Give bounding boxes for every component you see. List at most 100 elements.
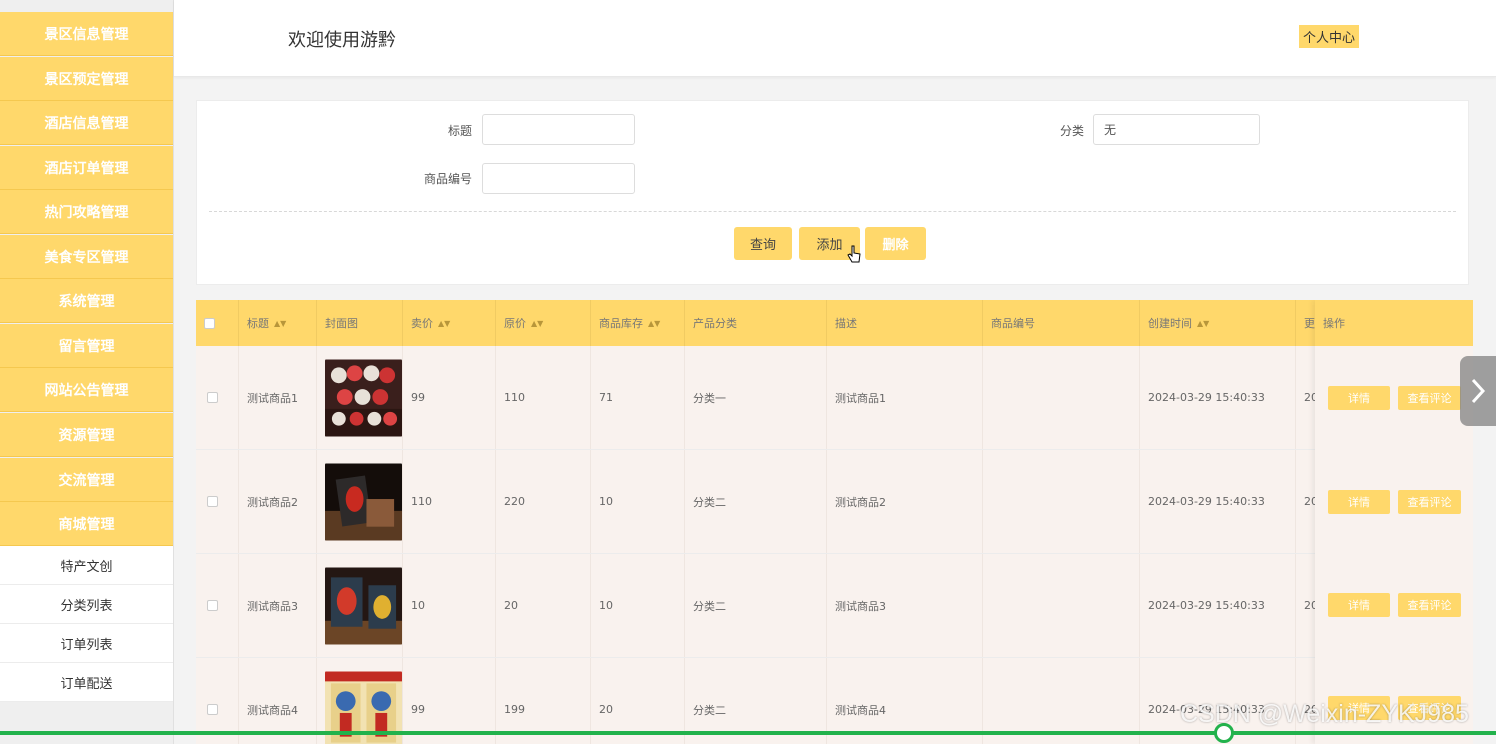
row-checkbox[interactable] bbox=[196, 450, 239, 553]
sidebar-subitem-categories[interactable]: 分类列表 bbox=[0, 585, 173, 624]
cell-price: 110 bbox=[403, 450, 496, 553]
cell-code bbox=[983, 346, 1140, 449]
category-select[interactable]: 无 bbox=[1093, 114, 1260, 145]
sidebar-subitem-specialty[interactable]: 特产文创 bbox=[0, 546, 173, 585]
cover-image-mask-card bbox=[325, 463, 402, 540]
cell-stock: 10 bbox=[591, 554, 685, 657]
table-row: 测试商品3 10 20 10 分类二 测试商品3 2024-03-29 15:4… bbox=[196, 554, 1473, 658]
col-title-label: 标题 bbox=[247, 317, 269, 330]
sidebar-item-forum[interactable]: 交流管理 bbox=[0, 458, 173, 502]
sidebar-item-notices[interactable]: 网站公告管理 bbox=[0, 368, 173, 412]
cell-stock: 10 bbox=[591, 450, 685, 553]
cell-code bbox=[983, 554, 1140, 657]
cell-category: 分类二 bbox=[685, 450, 827, 553]
chevron-right-icon[interactable] bbox=[1460, 356, 1496, 426]
video-progress-bar[interactable] bbox=[0, 731, 1496, 735]
table-row: 测试商品2 110 220 10 分类二 测试商品2 2024-03-29 15… bbox=[196, 450, 1473, 554]
col-original-label: 原价 bbox=[504, 317, 526, 330]
table-header: 标题 ▲▼ 封面图 卖价 ▲▼ 原价 ▲▼ 商品库存 ▲▼ 产品分类 描述 商品编号 创… bbox=[196, 300, 1473, 346]
col-price-label: 卖价 bbox=[411, 317, 433, 330]
cell-original: 20 bbox=[496, 554, 591, 657]
code-input[interactable] bbox=[482, 163, 635, 194]
sidebar-item-scenic-booking[interactable]: 景区预定管理 bbox=[0, 57, 173, 101]
sort-icon[interactable]: ▲▼ bbox=[274, 319, 286, 328]
product-table: 标题 ▲▼ 封面图 卖价 ▲▼ 原价 ▲▼ 商品库存 ▲▼ 产品分类 描述 商品编号 创… bbox=[196, 300, 1473, 744]
hand-cursor-icon bbox=[847, 245, 861, 263]
watermark: CSDN @Weixin-ZYKJ985 bbox=[1180, 700, 1469, 728]
chevron-right-glyph bbox=[1471, 378, 1486, 404]
cell-created: 2024-03-29 15:40:33 bbox=[1140, 450, 1296, 553]
category-label: 分类 bbox=[1060, 124, 1085, 138]
cell-code bbox=[983, 450, 1140, 553]
col-actions: 操作 bbox=[1315, 300, 1473, 346]
sort-icon[interactable]: ▲▼ bbox=[648, 319, 660, 328]
cell-created: 2024-03-29 15:40:33 bbox=[1140, 554, 1296, 657]
page-title: 欢迎使用游黔 bbox=[288, 30, 396, 51]
sidebar-item-messages[interactable]: 留言管理 bbox=[0, 324, 173, 368]
col-desc: 描述 bbox=[827, 300, 983, 346]
col-created-label: 创建时间 bbox=[1148, 317, 1192, 330]
search-panel: 标题 分类 无 商品编号 查询 添加 删除 bbox=[196, 100, 1469, 285]
cell-price: 99 bbox=[403, 346, 496, 449]
sidebar-item-system[interactable]: 系统管理 bbox=[0, 279, 173, 323]
sort-icon[interactable]: ▲▼ bbox=[531, 319, 543, 328]
sidebar-subitem-orders[interactable]: 订单列表 bbox=[0, 624, 173, 663]
cell-title: 测试商品3 bbox=[239, 554, 317, 657]
sidebar-item-mall[interactable]: 商城管理 bbox=[0, 502, 173, 546]
cell-desc: 测试商品2 bbox=[827, 450, 983, 553]
title-input[interactable] bbox=[482, 114, 635, 145]
sidebar-item-hotel-orders[interactable]: 酒店订单管理 bbox=[0, 146, 173, 190]
cover-image-opera-masks bbox=[325, 359, 402, 436]
cell-desc: 测试商品1 bbox=[827, 346, 983, 449]
sidebar-item-scenic-info[interactable]: 景区信息管理 bbox=[0, 12, 173, 56]
cover-image bbox=[317, 450, 403, 553]
cover-image-mask-cards bbox=[325, 567, 402, 644]
col-category: 产品分类 bbox=[685, 300, 827, 346]
divider bbox=[209, 211, 1456, 212]
cell-desc: 测试商品3 bbox=[827, 554, 983, 657]
col-created[interactable]: 创建时间 ▲▼ bbox=[1140, 300, 1296, 346]
col-original[interactable]: 原价 ▲▼ bbox=[496, 300, 591, 346]
cell-created: 2024-03-29 15:40:33 bbox=[1140, 346, 1296, 449]
cell-original: 220 bbox=[496, 450, 591, 553]
sidebar-item-food[interactable]: 美食专区管理 bbox=[0, 235, 173, 279]
detail-button[interactable]: 详情 bbox=[1328, 490, 1390, 514]
sidebar-item-resources[interactable]: 资源管理 bbox=[0, 413, 173, 457]
cell-stock: 71 bbox=[591, 346, 685, 449]
cell-title: 测试商品2 bbox=[239, 450, 317, 553]
query-button[interactable]: 查询 bbox=[734, 227, 792, 260]
sidebar-item-guides[interactable]: 热门攻略管理 bbox=[0, 190, 173, 234]
title-label: 标题 bbox=[448, 124, 473, 138]
sort-icon[interactable]: ▲▼ bbox=[1197, 319, 1209, 328]
sidebar: 景区信息管理 景区预定管理 酒店信息管理 酒店订单管理 热门攻略管理 美食专区管… bbox=[0, 0, 174, 744]
top-header: 欢迎使用游黔 个人中心 bbox=[174, 0, 1496, 77]
sidebar-item-hotel-info[interactable]: 酒店信息管理 bbox=[0, 101, 173, 145]
cell-category: 分类一 bbox=[685, 346, 827, 449]
view-reviews-button[interactable]: 查看评论 bbox=[1398, 490, 1461, 514]
cell-category: 分类二 bbox=[685, 554, 827, 657]
cell-title: 测试商品1 bbox=[239, 346, 317, 449]
cover-image bbox=[317, 554, 403, 657]
row-checkbox[interactable] bbox=[196, 554, 239, 657]
select-all-checkbox[interactable] bbox=[196, 300, 239, 346]
col-title[interactable]: 标题 ▲▼ bbox=[239, 300, 317, 346]
delete-button[interactable]: 删除 bbox=[865, 227, 926, 260]
col-price[interactable]: 卖价 ▲▼ bbox=[403, 300, 496, 346]
code-label: 商品编号 bbox=[424, 172, 473, 186]
view-reviews-button[interactable]: 查看评论 bbox=[1398, 593, 1461, 617]
cell-original: 110 bbox=[496, 346, 591, 449]
row-checkbox[interactable] bbox=[196, 346, 239, 449]
col-stock-label: 商品库存 bbox=[599, 317, 643, 330]
view-reviews-button[interactable]: 查看评论 bbox=[1398, 386, 1461, 410]
sidebar-subitem-delivery[interactable]: 订单配送 bbox=[0, 663, 173, 702]
col-cover: 封面图 bbox=[317, 300, 403, 346]
detail-button[interactable]: 详情 bbox=[1328, 386, 1390, 410]
operations-column: 操作 详情 查看评论 详情 查看评论 详情 查看评论 详情 查看评论 bbox=[1315, 300, 1473, 744]
sort-icon[interactable]: ▲▼ bbox=[438, 319, 450, 328]
col-stock[interactable]: 商品库存 ▲▼ bbox=[591, 300, 685, 346]
detail-button[interactable]: 详情 bbox=[1328, 593, 1390, 617]
table-row: 测试商品1 99 110 71 分类一 测试商品1 2024-03-29 15:… bbox=[196, 346, 1473, 450]
cell-price: 10 bbox=[403, 554, 496, 657]
col-code: 商品编号 bbox=[983, 300, 1140, 346]
profile-link[interactable]: 个人中心 bbox=[1299, 25, 1360, 48]
